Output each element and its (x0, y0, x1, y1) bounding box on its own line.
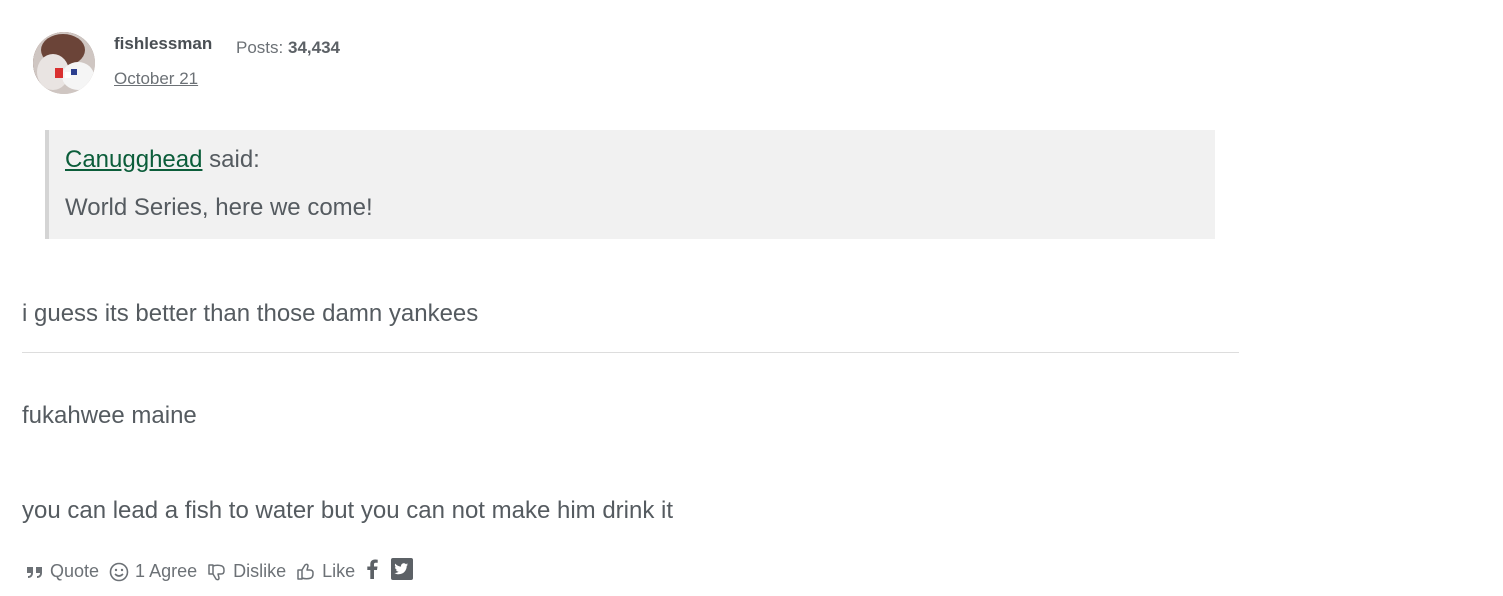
quote-author-link[interactable]: Canugghead (65, 146, 202, 173)
quote-block: Canugghead said: World Series, here we c… (45, 130, 1215, 239)
signature-divider (22, 352, 1239, 353)
signature-line-1: fukahwee maine (22, 402, 197, 429)
like-label: Like (322, 561, 356, 581)
thumbs-down-icon (207, 562, 227, 582)
quote-icon (26, 565, 44, 579)
facebook-share-button[interactable] (365, 559, 379, 584)
dislike-label: Dislike (233, 561, 287, 581)
post-count: Posts: 34,434 (236, 38, 340, 58)
posts-label: Posts: (236, 38, 284, 57)
post-date-link[interactable]: October 21 (114, 69, 198, 89)
smile-icon (109, 562, 129, 582)
forum-post: fishlessman Posts: 34,434 October 21 Can… (0, 0, 1503, 596)
quote-said-label: said: (209, 146, 260, 173)
agree-label: 1 Agree (135, 561, 198, 581)
dislike-button[interactable]: Dislike (207, 561, 286, 582)
quote-text: World Series, here we come! (65, 194, 373, 221)
quote-header: Canugghead said: (65, 146, 260, 174)
signature-line-2: you can lead a fish to water but you can… (22, 497, 674, 524)
like-button[interactable]: Like (296, 561, 355, 582)
twitter-share-button[interactable] (391, 558, 414, 585)
avatar[interactable] (33, 32, 95, 94)
quote-label: Quote (50, 561, 100, 581)
post-body-text: i guess its better than those damn yanke… (22, 300, 479, 327)
thumbs-up-icon (296, 562, 316, 582)
posts-count-value: 34,434 (287, 38, 340, 57)
twitter-icon (391, 558, 414, 585)
post-actions-bar: Quote 1 Agree Dislike Like (26, 558, 425, 585)
agree-button[interactable]: 1 Agree (109, 561, 197, 582)
quote-button[interactable]: Quote (26, 561, 99, 582)
author-name-link[interactable]: fishlessman (114, 34, 212, 54)
facebook-icon (365, 559, 379, 584)
